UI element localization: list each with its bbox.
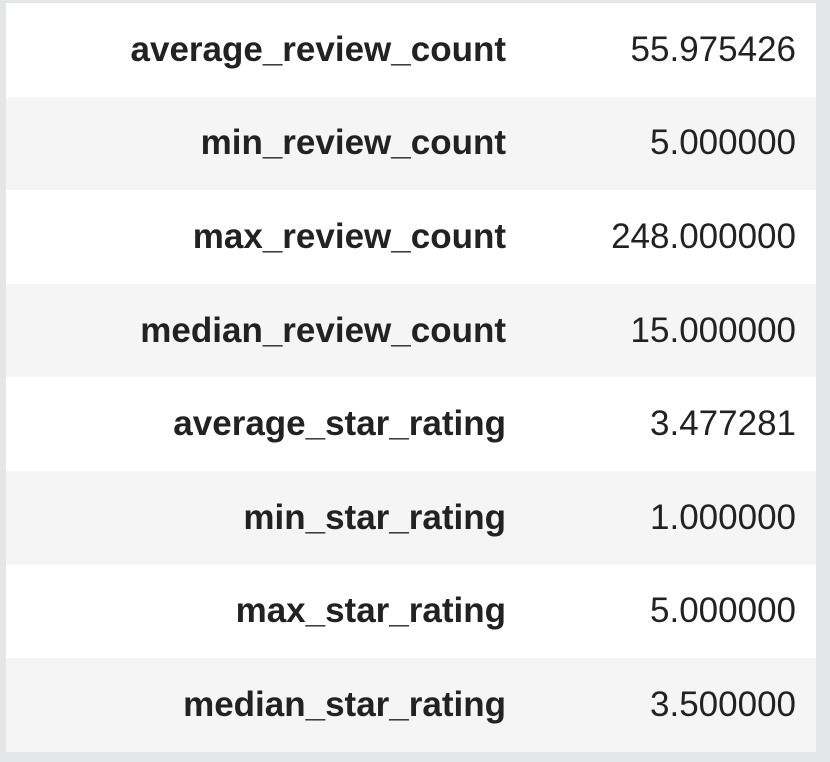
row-label: median_review_count bbox=[140, 310, 506, 350]
row-value: 3.477281 bbox=[650, 404, 796, 444]
row-label: average_review_count bbox=[130, 29, 506, 69]
table-row: min_star_rating 1.000000 bbox=[6, 470, 816, 565]
stats-table: average_review_count 55.975426 min_review_… bbox=[6, 3, 816, 752]
table-row: max_review_count 248.000000 bbox=[6, 190, 816, 284]
row-value: 3.500000 bbox=[650, 684, 796, 724]
row-value: 5.000000 bbox=[650, 591, 796, 631]
row-label: max_star_rating bbox=[235, 591, 506, 631]
table-row: max_star_rating 5.000000 bbox=[6, 565, 816, 659]
row-label: min_star_rating bbox=[243, 497, 506, 537]
row-value: 15.000000 bbox=[630, 310, 796, 350]
dataframe-output: average_review_count 55.975426 min_review_… bbox=[6, 3, 816, 752]
table-row: average_review_count 55.975426 bbox=[6, 3, 816, 97]
row-label: average_star_rating bbox=[173, 404, 506, 444]
row-label: min_review_count bbox=[200, 123, 506, 163]
table-row: median_review_count 15.000000 bbox=[6, 283, 816, 378]
table-row: min_review_count 5.000000 bbox=[6, 96, 816, 191]
table-row: median_star_rating 3.500000 bbox=[6, 658, 816, 752]
row-value: 248.000000 bbox=[611, 216, 796, 256]
row-value: 5.000000 bbox=[650, 123, 796, 163]
row-value: 55.975426 bbox=[630, 29, 796, 69]
row-label: max_review_count bbox=[192, 216, 506, 256]
table-row: average_star_rating 3.477281 bbox=[6, 377, 816, 471]
row-label: median_star_rating bbox=[183, 684, 506, 724]
row-value: 1.000000 bbox=[650, 497, 796, 537]
